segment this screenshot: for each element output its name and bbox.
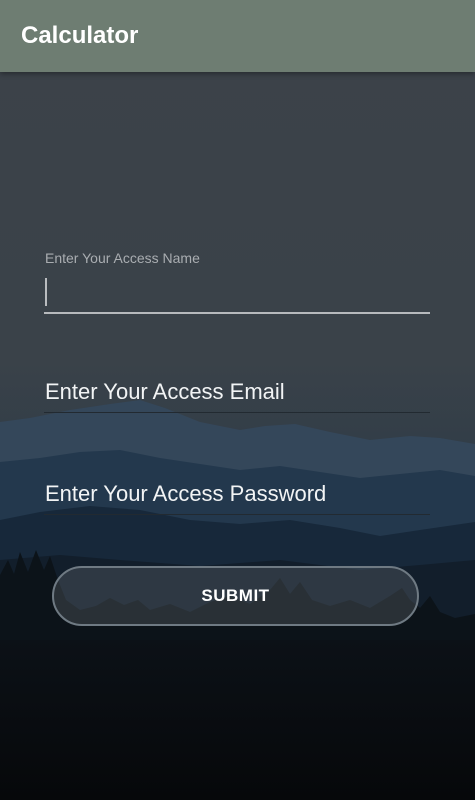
access-password-hint: Enter Your Access Password (45, 481, 327, 506)
access-name-label: Enter Your Access Name (45, 250, 200, 266)
app-bar: Calculator (0, 0, 475, 72)
access-email-field[interactable]: Enter Your Access Email (44, 376, 430, 416)
submit-button-label: SUBMIT (201, 586, 270, 605)
access-password-field[interactable]: Enter Your Access Password (44, 478, 430, 518)
access-password-underline (44, 514, 430, 515)
access-email-underline (44, 412, 430, 413)
text-cursor (45, 278, 47, 306)
access-name-field[interactable]: Enter Your Access Name (44, 248, 430, 316)
app-title: Calculator (21, 22, 139, 49)
access-name-underline (44, 312, 430, 314)
submit-button[interactable]: SUBMIT (52, 566, 419, 626)
login-screen: Calculator Enter Your Access Name Enter … (0, 0, 475, 800)
access-email-hint: Enter Your Access Email (45, 379, 285, 404)
